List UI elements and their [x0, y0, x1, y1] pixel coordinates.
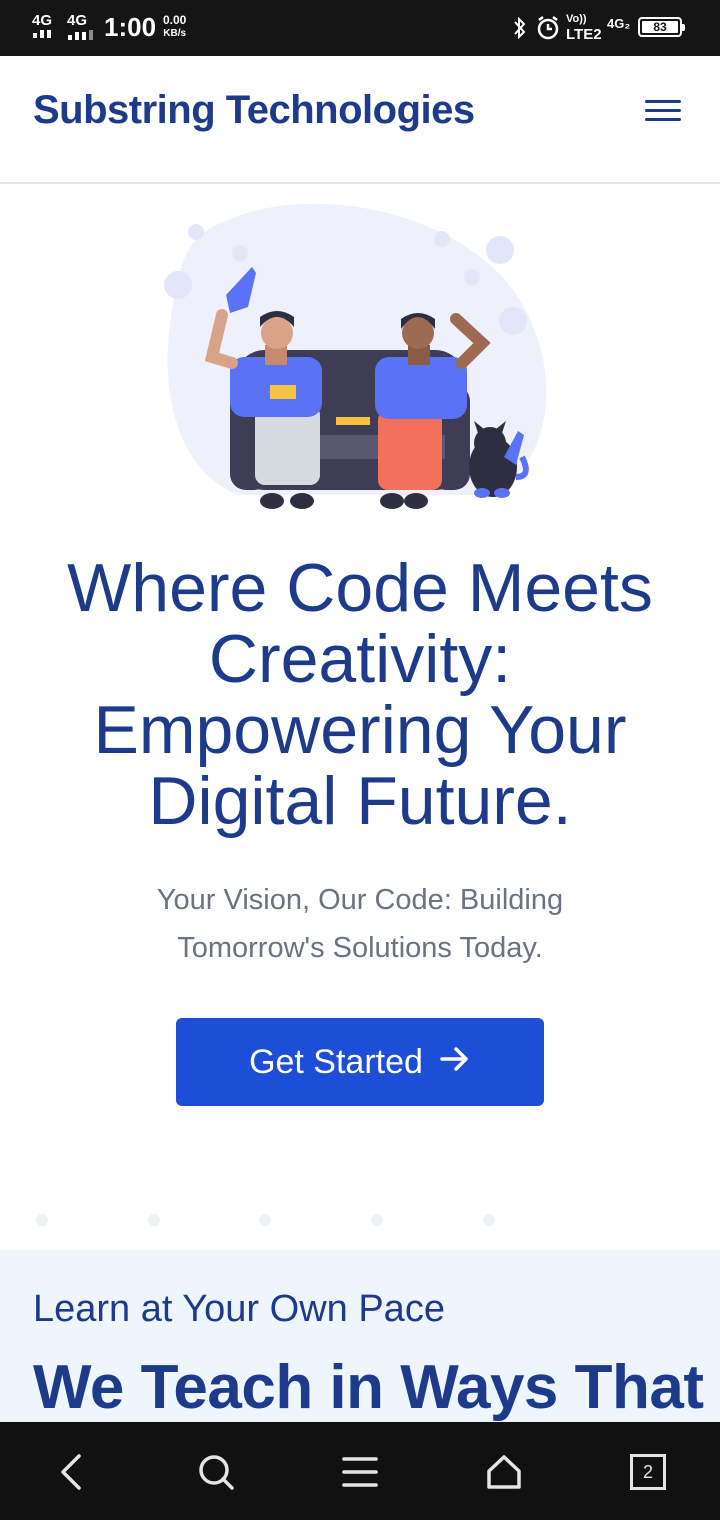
battery-icon: 83 [638, 17, 685, 37]
speed-value: 0.00 [163, 13, 187, 27]
section-eyebrow: Learn at Your Own Pace [33, 1288, 445, 1330]
speed-unit: KB/s [163, 28, 187, 39]
section-title: We Teach in Ways That [33, 1353, 704, 1422]
hero-subtitle: Your Vision, Our Code: Building Tomorrow… [156, 884, 564, 964]
get-started-button[interactable]: Get Started [176, 1018, 544, 1106]
search-icon[interactable] [186, 1442, 246, 1502]
arrow-right-icon [439, 1043, 471, 1082]
status-bar: 4G 4G 1:00 0.00 KB/s Vo)) LTE2 4G₂ 83 [0, 0, 720, 56]
get-started-label: Get Started [249, 1042, 423, 1081]
network-type: 4G₂ [607, 16, 631, 31]
brand-logo-text[interactable]: Substring Technologies [33, 88, 475, 133]
sim2-signal-icon [68, 30, 93, 40]
battery-level: 83 [642, 21, 678, 33]
tabs-icon[interactable]: 2 [618, 1442, 678, 1502]
sim1-label: 4G [32, 12, 53, 29]
learning-section: Learn at Your Own Pace We Teach in Ways … [0, 1250, 720, 1422]
volte-top: Vo)) [566, 13, 587, 25]
decorative-dots [0, 1210, 720, 1230]
site-header: Substring Technologies [0, 56, 720, 184]
menu-icon[interactable] [330, 1442, 390, 1502]
sim1-signal-icon [33, 30, 51, 38]
hero-title: Where Code Meets Creativity: Empowering … [67, 550, 653, 839]
browser-nav-bar: 2 [0, 1422, 720, 1520]
volte-bottom: LTE2 [566, 26, 602, 43]
sim2-label: 4G [67, 12, 88, 29]
tabs-count: 2 [630, 1454, 666, 1490]
hero-illustration [160, 195, 560, 525]
alarm-icon [536, 15, 560, 46]
hamburger-menu-icon[interactable] [640, 96, 686, 136]
clock: 1:00 [104, 12, 157, 42]
network-speed: 0.00 KB/s [163, 14, 186, 40]
back-icon[interactable] [42, 1442, 102, 1502]
bluetooth-icon [512, 16, 528, 45]
home-icon[interactable] [474, 1442, 534, 1502]
